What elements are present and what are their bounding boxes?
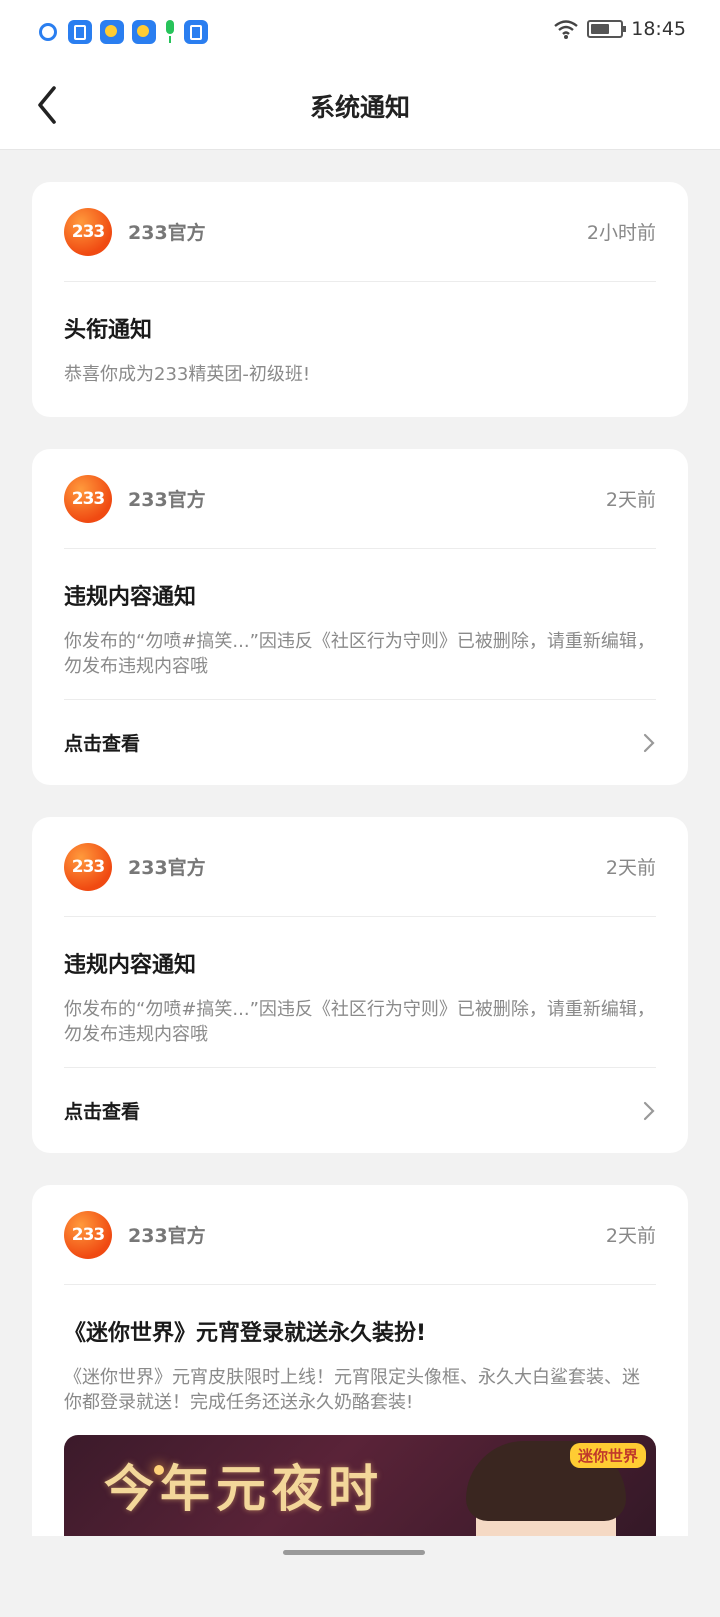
notification-card: 233 233官方 2小时前 头衔通知 恭喜你成为233精英团-初级班! xyxy=(32,182,688,417)
clock: 18:45 xyxy=(631,18,686,40)
notification-list: 233 233官方 2小时前 头衔通知 恭喜你成为233精英团-初级班! 233… xyxy=(32,182,688,1617)
shield-icon xyxy=(68,20,92,44)
notification-title: 头衔通知 xyxy=(64,318,153,343)
view-details-label: 点击查看 xyxy=(64,1101,141,1123)
weather-icon xyxy=(100,20,124,44)
gesture-area xyxy=(0,1536,720,1600)
banner-text: 今年元夜时 xyxy=(104,1459,384,1518)
battery-icon xyxy=(587,20,627,38)
notification-title: 违规内容通知 xyxy=(64,585,197,610)
view-details-link[interactable]: 点击查看 xyxy=(64,699,656,785)
notification-text: 你发布的“勿喷#搞笑...”因违反《社区行为守则》已被删除，请重新编辑，勿发布违… xyxy=(64,999,655,1045)
nav-bar: 系统通知 xyxy=(0,64,720,150)
weather-icon xyxy=(132,20,156,44)
timestamp: 2天前 xyxy=(605,857,656,879)
view-details-label: 点击查看 xyxy=(64,733,141,755)
notification-text: 《迷你世界》元宵皮肤限时上线！元宵限定头像框、永久大白鲨套装、迷你都登录就送！完… xyxy=(64,1367,640,1413)
timestamp: 2天前 xyxy=(605,489,656,511)
avatar: 233 xyxy=(64,474,112,523)
notification-title: 违规内容通知 xyxy=(64,953,197,978)
sender-name: 233官方 xyxy=(128,222,206,244)
page-title: 系统通知 xyxy=(309,93,410,122)
notification-card[interactable]: 233 233官方 2天前 《迷你世界》元宵登录就送永久装扮! 《迷你世界》元宵… xyxy=(32,1185,688,1585)
sender-name: 233官方 xyxy=(128,1225,206,1247)
wifi-icon xyxy=(554,20,578,39)
game-logo: 迷你世界 xyxy=(569,1443,646,1468)
avatar: 233 xyxy=(64,1210,112,1259)
avatar: 233 xyxy=(64,207,112,256)
status-bar: 18:45 xyxy=(0,0,720,64)
sender-name: 233官方 xyxy=(128,857,206,879)
home-indicator[interactable] xyxy=(283,1550,425,1555)
notification-card: 233 233官方 2天前 违规内容通知 你发布的“勿喷#搞笑...”因违反《社… xyxy=(32,817,688,1153)
avatar: 233 xyxy=(64,842,112,891)
notification-text: 恭喜你成为233精英团-初级班! xyxy=(64,364,311,385)
notification-icons xyxy=(36,20,208,44)
view-details-link[interactable]: 点击查看 xyxy=(64,1067,656,1153)
chevron-right-icon xyxy=(643,1101,655,1120)
shield-icon xyxy=(184,20,208,44)
timestamp: 2天前 xyxy=(605,1225,656,1247)
notification-title: 《迷你世界》元宵登录就送永久装扮! xyxy=(64,1321,427,1346)
microphone-icon xyxy=(164,20,176,44)
chevron-right-icon xyxy=(643,733,655,752)
sender-name: 233官方 xyxy=(128,489,206,511)
search-icon xyxy=(36,20,60,44)
notification-text: 你发布的“勿喷#搞笑...”因违反《社区行为守则》已被删除，请重新编辑，勿发布违… xyxy=(64,631,655,677)
notification-card: 233 233官方 2天前 违规内容通知 你发布的“勿喷#搞笑...”因违反《社… xyxy=(32,449,688,785)
timestamp: 2小时前 xyxy=(586,222,656,244)
